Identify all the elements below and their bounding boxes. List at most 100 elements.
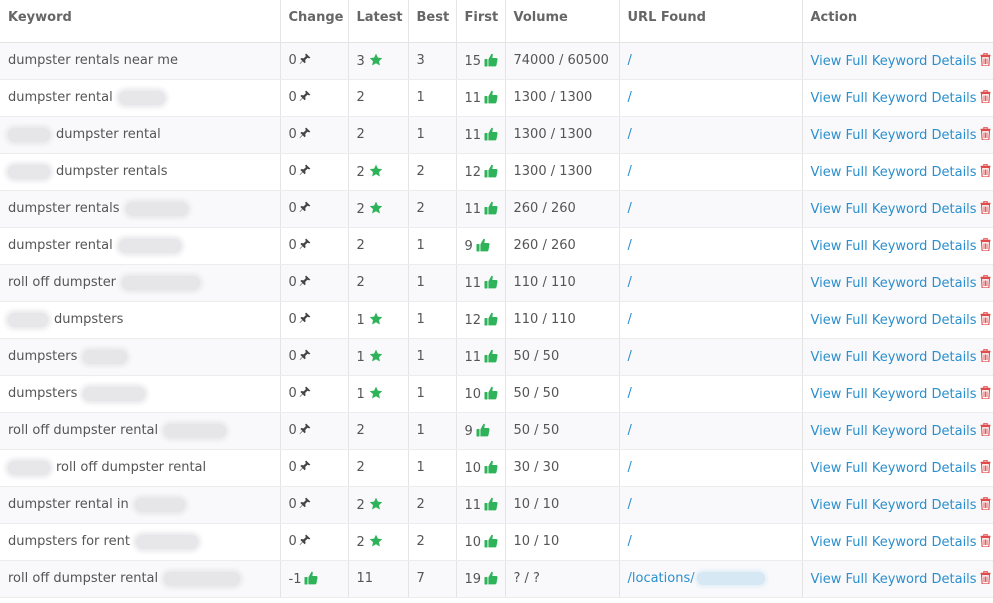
best-cell: 2 bbox=[408, 486, 457, 524]
trash-icon[interactable] bbox=[980, 89, 991, 103]
url-found-cell: / bbox=[619, 449, 803, 487]
volume-cell: 10 / 10 bbox=[505, 486, 620, 524]
change-value: 0 bbox=[288, 53, 297, 68]
url-found-link[interactable]: / bbox=[628, 349, 632, 364]
url-found-link[interactable]: / bbox=[628, 53, 632, 68]
header-change[interactable]: Change bbox=[280, 0, 349, 43]
best-cell: 1 bbox=[408, 412, 457, 450]
keyword-table: Keyword Change Latest Best First Volume … bbox=[0, 0, 993, 598]
best-cell: 1 bbox=[408, 264, 457, 302]
view-keyword-details-link[interactable]: View Full Keyword Details bbox=[811, 276, 977, 291]
change-value: 0 bbox=[288, 275, 297, 290]
redacted-text bbox=[135, 534, 198, 549]
view-keyword-details-link[interactable]: View Full Keyword Details bbox=[811, 239, 977, 254]
view-keyword-details-link[interactable]: View Full Keyword Details bbox=[811, 572, 977, 587]
trash-icon[interactable] bbox=[980, 52, 991, 66]
latest-cell: 1 bbox=[348, 375, 409, 413]
url-found-link[interactable]: / bbox=[628, 238, 632, 253]
trash-icon[interactable] bbox=[980, 496, 991, 510]
view-keyword-details-link[interactable]: View Full Keyword Details bbox=[811, 498, 977, 513]
trash-icon[interactable] bbox=[980, 385, 991, 399]
view-keyword-details-link[interactable]: View Full Keyword Details bbox=[811, 350, 977, 365]
url-found-link[interactable]: / bbox=[628, 460, 632, 475]
view-keyword-details-link[interactable]: View Full Keyword Details bbox=[811, 387, 977, 402]
trash-icon[interactable] bbox=[980, 459, 991, 473]
header-url-found[interactable]: URL Found bbox=[619, 0, 803, 43]
first-cell: 9 bbox=[456, 227, 506, 265]
url-found-cell: / bbox=[619, 412, 803, 450]
redacted-text bbox=[122, 275, 201, 290]
change-value: 0 bbox=[288, 201, 297, 216]
first-value: 11 bbox=[464, 201, 482, 217]
view-keyword-details-link[interactable]: View Full Keyword Details bbox=[811, 313, 977, 328]
trash-icon[interactable] bbox=[980, 348, 991, 362]
table-row: dumpster rentals near me 0 3 3 15 74000 … bbox=[0, 42, 993, 80]
url-found-link[interactable]: /locations/ bbox=[628, 571, 765, 586]
first-cell: 11 bbox=[456, 190, 506, 228]
url-found-link[interactable]: / bbox=[628, 312, 632, 327]
header-keyword[interactable]: Keyword bbox=[0, 0, 281, 43]
view-keyword-details-link[interactable]: View Full Keyword Details bbox=[811, 535, 977, 550]
view-keyword-details-link[interactable]: View Full Keyword Details bbox=[811, 165, 977, 180]
trash-icon[interactable] bbox=[980, 126, 991, 140]
latest-value: 1 bbox=[356, 312, 365, 328]
url-found-link[interactable]: / bbox=[628, 534, 632, 549]
best-cell: 1 bbox=[408, 375, 457, 413]
view-keyword-details-link[interactable]: View Full Keyword Details bbox=[811, 461, 977, 476]
trash-icon[interactable] bbox=[980, 237, 991, 251]
thumbs-up-icon bbox=[476, 423, 490, 437]
volume-cell: 30 / 30 bbox=[505, 449, 620, 487]
trash-icon[interactable] bbox=[980, 422, 991, 436]
keyword-text: dumpster rental in bbox=[8, 497, 129, 512]
latest-cell: 1 bbox=[348, 301, 409, 339]
keyword-cell: roll off dumpster rental bbox=[0, 412, 281, 450]
trash-icon[interactable] bbox=[980, 533, 991, 547]
view-keyword-details-link[interactable]: View Full Keyword Details bbox=[811, 424, 977, 439]
first-value: 15 bbox=[464, 53, 482, 69]
thumbs-up-icon bbox=[304, 571, 319, 585]
keyword-text: roll off dumpster rental bbox=[8, 571, 159, 586]
trash-icon[interactable] bbox=[980, 163, 991, 177]
keyword-cell: dumpster rental bbox=[0, 116, 281, 154]
latest-value: 2 bbox=[356, 201, 365, 217]
view-keyword-details-link[interactable]: View Full Keyword Details bbox=[811, 202, 977, 217]
url-found-link[interactable]: / bbox=[628, 275, 632, 290]
trash-icon[interactable] bbox=[980, 570, 991, 584]
keyword-cell: dumpster rentals bbox=[0, 153, 281, 191]
pin-icon bbox=[299, 201, 311, 213]
trash-icon[interactable] bbox=[980, 311, 991, 325]
pin-icon bbox=[299, 460, 311, 472]
trash-icon[interactable] bbox=[980, 200, 991, 214]
redacted-text bbox=[164, 423, 227, 438]
best-value: 1 bbox=[416, 349, 425, 364]
header-first[interactable]: First bbox=[456, 0, 506, 43]
url-found-link[interactable]: / bbox=[628, 164, 632, 179]
table-row: roll off dumpster rental 0 2 1 9 50 / 50… bbox=[0, 412, 993, 450]
latest-cell: 2 bbox=[348, 116, 409, 154]
volume-value: 1300 / 1300 bbox=[513, 90, 593, 105]
best-value: 1 bbox=[416, 312, 425, 327]
header-volume[interactable]: Volume bbox=[505, 0, 620, 43]
thumbs-up-icon bbox=[484, 127, 498, 141]
thumbs-up-icon bbox=[484, 53, 498, 67]
volume-cell: 110 / 110 bbox=[505, 301, 620, 339]
view-keyword-details-link[interactable]: View Full Keyword Details bbox=[811, 54, 977, 69]
redacted-text bbox=[8, 460, 50, 475]
view-keyword-details-link[interactable]: View Full Keyword Details bbox=[811, 91, 977, 106]
first-value: 11 bbox=[464, 349, 482, 365]
keyword-cell: dumpsters bbox=[0, 301, 281, 339]
url-found-link[interactable]: / bbox=[628, 497, 632, 512]
url-found-link[interactable]: / bbox=[628, 423, 632, 438]
trash-icon[interactable] bbox=[980, 274, 991, 288]
url-found-link[interactable]: / bbox=[628, 127, 632, 142]
header-latest[interactable]: Latest bbox=[348, 0, 409, 43]
header-best[interactable]: Best bbox=[408, 0, 457, 43]
best-cell: 1 bbox=[408, 116, 457, 154]
url-found-link[interactable]: / bbox=[628, 90, 632, 105]
url-found-link[interactable]: / bbox=[628, 386, 632, 401]
latest-value: 2 bbox=[356, 90, 365, 105]
keyword-cell: dumpster rental bbox=[0, 227, 281, 265]
pin-icon bbox=[299, 127, 311, 139]
url-found-link[interactable]: / bbox=[628, 201, 632, 216]
view-keyword-details-link[interactable]: View Full Keyword Details bbox=[811, 128, 977, 143]
